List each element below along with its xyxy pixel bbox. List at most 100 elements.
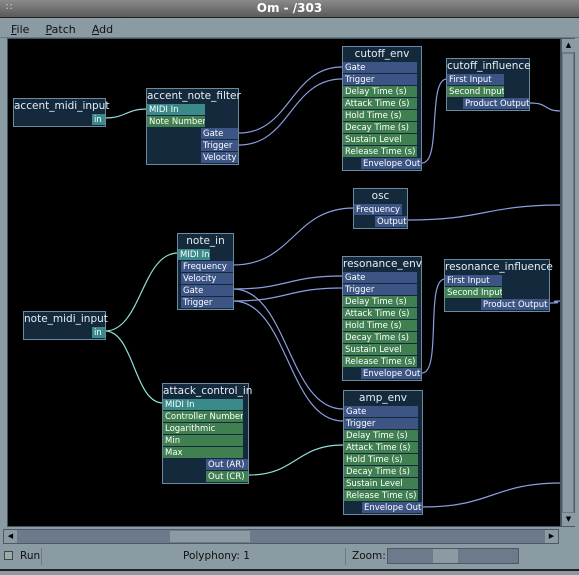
- port-first-input[interactable]: First Input: [447, 74, 504, 86]
- connection-wire[interactable]: [232, 300, 344, 422]
- connection-wire[interactable]: [238, 78, 343, 146]
- port-delay-time-s[interactable]: Delay Time (s): [343, 86, 417, 98]
- module-amp-env[interactable]: amp_env Gate Trigger Delay Time (s) Attack T…: [343, 390, 423, 515]
- port-attack-time-s[interactable]: Attack Time (s): [344, 442, 418, 454]
- run-checkbox[interactable]: [4, 551, 13, 560]
- port-velocity[interactable]: Velocity: [201, 152, 238, 164]
- port-hold-time-s[interactable]: Hold Time (s): [343, 320, 417, 332]
- module-cutoff-influence[interactable]: cutoff_influence First Input Second Input P…: [446, 58, 531, 111]
- port-controller-number[interactable]: Controller Number: [163, 411, 243, 423]
- port-out-cr[interactable]: Out (CR): [206, 471, 248, 483]
- port-out-ar[interactable]: Out (AR): [206, 459, 248, 471]
- port-release-time-s[interactable]: Release Time (s): [344, 490, 418, 502]
- scroll-right-icon[interactable]: ▶: [545, 530, 558, 543]
- menu-add[interactable]: Add: [92, 23, 113, 36]
- port-gate[interactable]: Gate: [201, 128, 238, 140]
- menu-file[interactable]: File: [11, 23, 29, 36]
- port-envelope-out[interactable]: Envelope Out: [362, 502, 422, 514]
- scroll-up-icon[interactable]: ▲: [562, 39, 575, 52]
- connection-wire[interactable]: [421, 278, 446, 374]
- port-gate[interactable]: Gate: [343, 272, 417, 284]
- port-second-input[interactable]: Second Input: [447, 86, 504, 98]
- port-note-number[interactable]: Note Number: [147, 116, 205, 128]
- port-gate[interactable]: Gate: [344, 406, 418, 418]
- port-decay-time-s[interactable]: Decay Time (s): [344, 466, 418, 478]
- port-second-input[interactable]: Second Input: [445, 287, 502, 299]
- module-accent-midi-input[interactable]: accent_midi_input in: [13, 98, 109, 127]
- port-envelope-out[interactable]: Envelope Out: [361, 368, 421, 380]
- module-resonance-influence[interactable]: resonance_influence First Input Second Inp…: [444, 259, 553, 312]
- port-in[interactable]: in: [92, 327, 105, 339]
- port-sustain-level[interactable]: Sustain Level: [343, 134, 417, 146]
- title-bar: ∷ Om - /303: [0, 0, 579, 18]
- port-first-input[interactable]: First Input: [445, 275, 502, 287]
- connection-wire[interactable]: [232, 275, 343, 290]
- vertical-scroll-thumb[interactable]: [562, 53, 574, 513]
- connection-wire[interactable]: [407, 204, 561, 221]
- connection-wire[interactable]: [232, 287, 343, 302]
- port-min[interactable]: Min: [163, 435, 243, 447]
- port-trigger[interactable]: Trigger: [343, 284, 417, 296]
- module-osc[interactable]: osc Frequency Output: [353, 188, 408, 229]
- port-trigger[interactable]: Trigger: [343, 74, 417, 86]
- module-title: note_midi_input: [24, 313, 108, 325]
- connection-wire[interactable]: [238, 66, 343, 134]
- port-decay-time-s[interactable]: Decay Time (s): [343, 122, 417, 134]
- port-output[interactable]: Output: [375, 216, 407, 228]
- port-midi-in[interactable]: MIDI In: [178, 249, 210, 261]
- module-title: resonance_env: [343, 258, 422, 270]
- connection-wire[interactable]: [248, 444, 344, 476]
- port-trigger[interactable]: Trigger: [344, 418, 418, 430]
- port-release-time-s[interactable]: Release Time (s): [343, 356, 417, 368]
- port-hold-time-s[interactable]: Hold Time (s): [343, 110, 417, 122]
- port-trigger[interactable]: Trigger: [201, 140, 238, 152]
- module-note-in[interactable]: note_in MIDI In Frequency Velocity Gate Trigg…: [177, 233, 234, 310]
- zoom-slider[interactable]: [387, 548, 519, 564]
- module-note-midi-input[interactable]: note_midi_inputin: [23, 311, 108, 340]
- port-gate[interactable]: Gate: [343, 62, 417, 74]
- scroll-left-icon[interactable]: ◀: [4, 530, 17, 543]
- menu-patch[interactable]: Patch: [46, 23, 76, 36]
- port-frequency[interactable]: Frequency: [354, 204, 402, 216]
- horizontal-scrollbar[interactable]: ◀ ▶: [3, 529, 559, 544]
- vertical-scrollbar[interactable]: ▲ ▼: [561, 38, 575, 527]
- port-velocity[interactable]: Velocity: [181, 273, 233, 285]
- connection-wire[interactable]: [421, 78, 448, 164]
- connection-wire[interactable]: [104, 252, 179, 332]
- port-trigger[interactable]: Trigger: [181, 297, 233, 309]
- patch-canvas[interactable]: accent_midi_input in accent_note_filter MID…: [7, 38, 561, 527]
- zoom-slider-handle[interactable]: [432, 549, 459, 563]
- connection-wire[interactable]: [104, 330, 164, 404]
- port-decay-time-s[interactable]: Decay Time (s): [343, 332, 417, 344]
- module-resonance-env[interactable]: resonance_env Gate Trigger Delay Time (s) At…: [342, 256, 422, 381]
- horizontal-scroll-thumb[interactable]: [169, 530, 251, 543]
- run-label[interactable]: Run: [20, 550, 40, 562]
- module-cutoff-env[interactable]: cutoff_env Gate Trigger Delay Time (s) Attac…: [342, 46, 422, 171]
- connection-wire[interactable]: [104, 108, 148, 119]
- port-max[interactable]: Max: [163, 447, 243, 459]
- port-delay-time-s[interactable]: Delay Time (s): [344, 430, 418, 442]
- module-attack-control-in[interactable]: attack_control_in MIDI In Controller Numbe…: [162, 383, 252, 484]
- port-frequency[interactable]: Frequency: [181, 261, 233, 273]
- connection-wire[interactable]: [529, 102, 561, 112]
- port-gate[interactable]: Gate: [181, 285, 233, 297]
- port-attack-time-s[interactable]: Attack Time (s): [343, 308, 417, 320]
- port-product-output[interactable]: Product Output: [481, 299, 549, 311]
- port-midi-in[interactable]: MIDI In: [163, 399, 243, 411]
- port-midi-in[interactable]: MIDI In: [147, 104, 205, 116]
- port-in[interactable]: in: [92, 114, 105, 126]
- port-logarithmic[interactable]: Logarithmic: [163, 423, 243, 435]
- connection-wire[interactable]: [232, 207, 355, 266]
- port-product-output[interactable]: Product Output: [463, 98, 529, 110]
- port-release-time-s[interactable]: Release Time (s): [343, 146, 417, 158]
- module-accent-note-filter[interactable]: accent_note_filter MIDI In Note Number Gate…: [146, 88, 241, 165]
- port-hold-time-s[interactable]: Hold Time (s): [344, 454, 418, 466]
- connection-wire[interactable]: [422, 482, 561, 508]
- port-envelope-out[interactable]: Envelope Out: [361, 158, 421, 170]
- port-sustain-level[interactable]: Sustain Level: [344, 478, 418, 490]
- scroll-down-icon[interactable]: ▼: [562, 513, 575, 526]
- port-delay-time-s[interactable]: Delay Time (s): [343, 296, 417, 308]
- port-attack-time-s[interactable]: Attack Time (s): [343, 98, 417, 110]
- connection-wire[interactable]: [549, 300, 561, 304]
- port-sustain-level[interactable]: Sustain Level: [343, 344, 417, 356]
